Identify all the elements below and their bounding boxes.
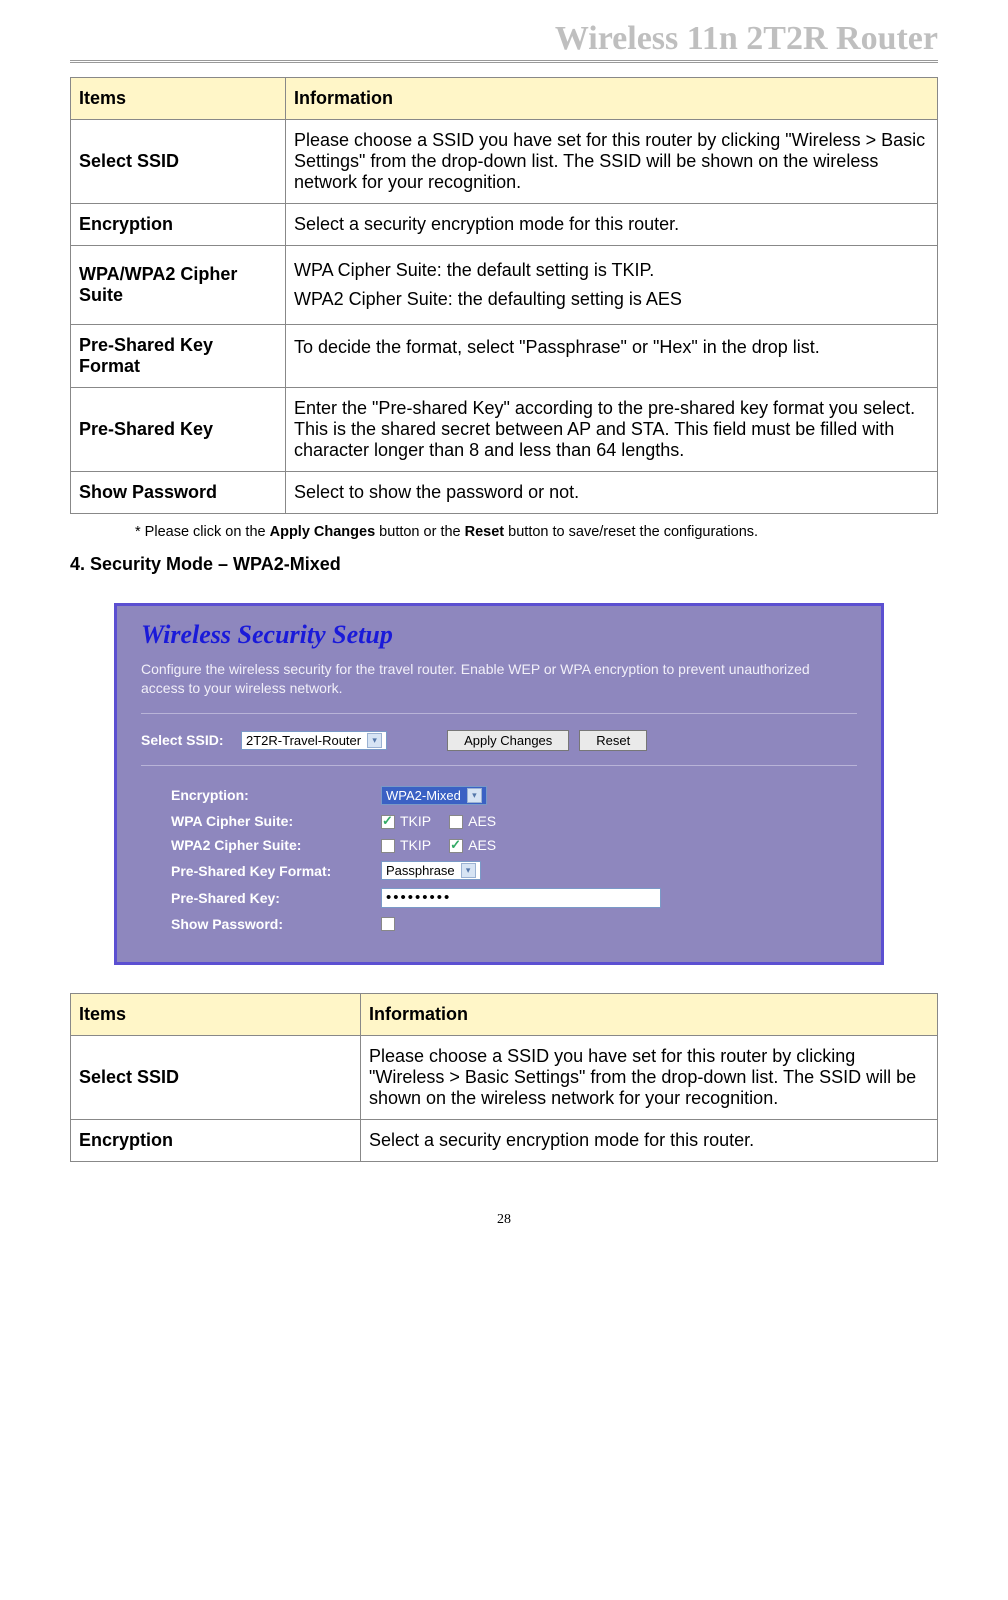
item-cell: Pre-Shared Key Format bbox=[71, 324, 286, 387]
tkip-checkbox[interactable] bbox=[381, 839, 395, 853]
aes-checkbox[interactable] bbox=[449, 839, 463, 853]
chevron-down-icon: ▾ bbox=[467, 788, 482, 803]
chevron-down-icon: ▾ bbox=[461, 863, 476, 878]
table-row: Select SSID Please choose a SSID you hav… bbox=[71, 1036, 938, 1120]
item-cell: Select SSID bbox=[71, 1036, 361, 1120]
item-cell: Pre-Shared Key bbox=[71, 387, 286, 471]
ssid-row: Select SSID: 2T2R-Travel-Router ▾ Apply … bbox=[141, 730, 857, 751]
table-header-items: Items bbox=[71, 78, 286, 120]
table-row: Pre-Shared Key Format To decide the form… bbox=[71, 324, 938, 387]
psk-label: Pre-Shared Key: bbox=[171, 890, 381, 906]
item-cell: Show Password bbox=[71, 471, 286, 513]
info-cell: Select a security encryption mode for th… bbox=[361, 1120, 938, 1162]
wpa-cipher-row: WPA Cipher Suite: TKIP AES bbox=[171, 813, 857, 829]
chevron-down-icon: ▾ bbox=[367, 733, 382, 748]
show-password-checkbox[interactable] bbox=[381, 917, 395, 931]
security-setup-panel: Wireless Security Setup Configure the wi… bbox=[114, 603, 884, 966]
psk-format-label: Pre-Shared Key Format: bbox=[171, 863, 381, 879]
table-row: Encryption Select a security encryption … bbox=[71, 204, 938, 246]
note-text: * Please click on the Apply Changes butt… bbox=[135, 524, 938, 540]
table-row: Encryption Select a security encryption … bbox=[71, 1120, 938, 1162]
psk-format-row: Pre-Shared Key Format: Passphrase ▾ bbox=[171, 861, 857, 880]
show-password-label: Show Password: bbox=[171, 916, 381, 932]
psk-input[interactable]: ••••••••• bbox=[381, 888, 661, 908]
table-header-information: Information bbox=[361, 994, 938, 1036]
table-header-row: Items Information bbox=[71, 78, 938, 120]
info-cell: Select a security encryption mode for th… bbox=[286, 204, 938, 246]
section-heading: 4. Security Mode – WPA2-Mixed bbox=[70, 554, 938, 575]
table-header-information: Information bbox=[286, 78, 938, 120]
table-row: WPA/WPA2 Cipher Suite WPA Cipher Suite: … bbox=[71, 246, 938, 325]
item-cell: WPA/WPA2 Cipher Suite bbox=[71, 246, 286, 325]
wpa-cipher-label: WPA Cipher Suite: bbox=[171, 813, 381, 829]
divider bbox=[141, 765, 857, 766]
aes-checkbox[interactable] bbox=[449, 815, 463, 829]
psk-row: Pre-Shared Key: ••••••••• bbox=[171, 888, 857, 908]
info-cell: Please choose a SSID you have set for th… bbox=[361, 1036, 938, 1120]
encryption-label: Encryption: bbox=[171, 787, 381, 803]
page-header-title: Wireless 11n 2T2R Router bbox=[555, 20, 938, 57]
encryption-row: Encryption: WPA2-Mixed ▾ bbox=[171, 786, 857, 805]
table-row: Show Password Select to show the passwor… bbox=[71, 471, 938, 513]
panel-title: Wireless Security Setup bbox=[141, 620, 857, 650]
ssid-select[interactable]: 2T2R-Travel-Router ▾ bbox=[241, 731, 387, 750]
ssid-label: Select SSID: bbox=[141, 732, 241, 748]
table-header-items: Items bbox=[71, 994, 361, 1036]
table-2: Items Information Select SSID Please cho… bbox=[70, 993, 938, 1162]
info-cell: To decide the format, select "Passphrase… bbox=[286, 324, 938, 387]
item-cell: Encryption bbox=[71, 204, 286, 246]
encryption-select[interactable]: WPA2-Mixed ▾ bbox=[381, 786, 487, 805]
divider bbox=[141, 713, 857, 714]
psk-format-select[interactable]: Passphrase ▾ bbox=[381, 861, 481, 880]
page-number: 28 bbox=[70, 1212, 938, 1228]
show-password-row: Show Password: bbox=[171, 916, 857, 932]
wpa2-cipher-label: WPA2 Cipher Suite: bbox=[171, 837, 381, 853]
table-row: Pre-Shared Key Enter the "Pre-shared Key… bbox=[71, 387, 938, 471]
info-cell: Enter the "Pre-shared Key" according to … bbox=[286, 387, 938, 471]
panel-description: Configure the wireless security for the … bbox=[141, 660, 857, 699]
table-row: Select SSID Please choose a SSID you hav… bbox=[71, 120, 938, 204]
page-header: Wireless 11n 2T2R Router bbox=[70, 20, 938, 63]
item-cell: Encryption bbox=[71, 1120, 361, 1162]
info-cell: WPA Cipher Suite: the default setting is… bbox=[286, 246, 938, 325]
reset-button[interactable]: Reset bbox=[579, 730, 647, 751]
item-cell: Select SSID bbox=[71, 120, 286, 204]
wpa2-cipher-row: WPA2 Cipher Suite: TKIP AES bbox=[171, 837, 857, 853]
apply-changes-button[interactable]: Apply Changes bbox=[447, 730, 569, 751]
info-cell: Select to show the password or not. bbox=[286, 471, 938, 513]
table-header-row: Items Information bbox=[71, 994, 938, 1036]
info-cell: Please choose a SSID you have set for th… bbox=[286, 120, 938, 204]
tkip-checkbox[interactable] bbox=[381, 815, 395, 829]
table-1: Items Information Select SSID Please cho… bbox=[70, 77, 938, 514]
